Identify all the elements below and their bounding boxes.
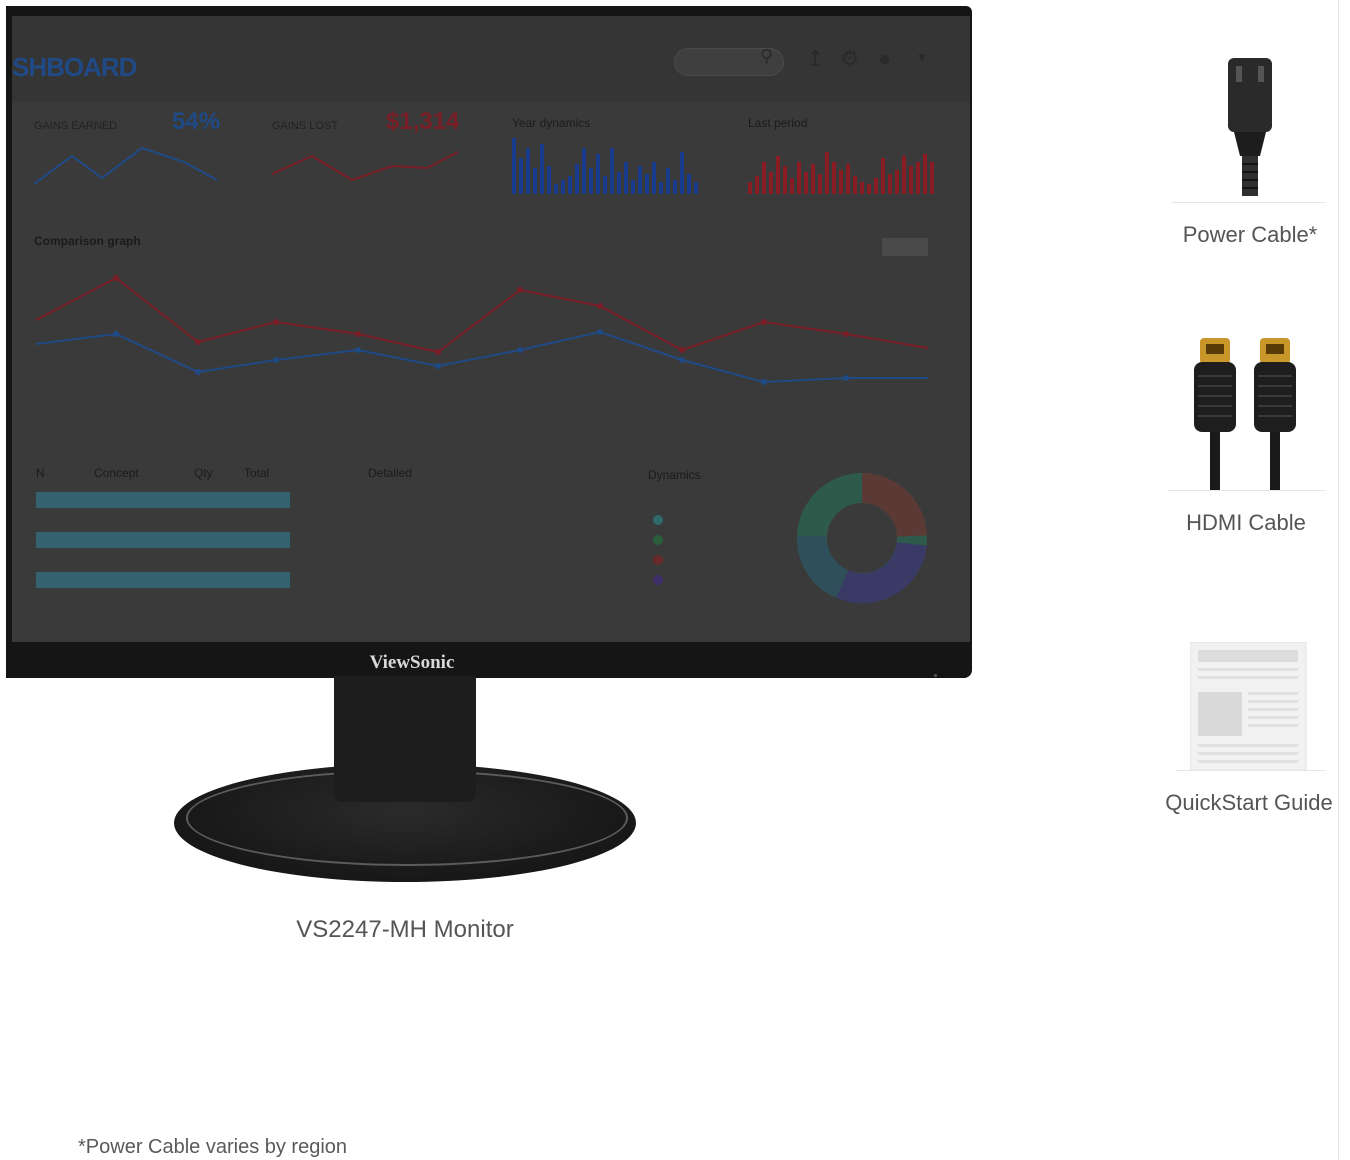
table-header-n: N (36, 466, 45, 480)
dashboard-graphics (33, 138, 934, 604)
accessory-label: Power Cable* (1182, 222, 1318, 247)
table-header-concept: Concept (94, 466, 139, 480)
table-header-total: Total (244, 466, 270, 480)
monitor-stand-neck (334, 676, 476, 802)
accessory-label: HDMI Cable (1186, 510, 1306, 535)
power-cable-icon (1228, 58, 1272, 196)
hdmi-cable-icon (1194, 338, 1296, 490)
divider (1168, 490, 1326, 491)
power-led (934, 674, 937, 677)
divider (1172, 202, 1326, 203)
divider (1176, 770, 1326, 771)
accessory-label: QuickStart Guide (1165, 790, 1333, 815)
detailed-label: Detailed (368, 466, 413, 480)
viewsonic-logo: ViewSonic (369, 652, 455, 673)
page-border (1338, 0, 1339, 1160)
footnote: *Power Cable varies by region (78, 1136, 348, 1158)
monitor-bezel: SHBOARD ⚲ ↥ ⚙ ● ▼ GAINS EARNED 54% GAINS… (6, 6, 972, 678)
quickstart-guide-icon (1190, 642, 1307, 771)
monitor-caption: VS2247-MH Monitor (296, 916, 514, 943)
dynamics-label: Dynamics (648, 468, 701, 482)
table-header-qty: Qty (194, 466, 213, 480)
monitor-screen: SHBOARD ⚲ ↥ ⚙ ● ▼ GAINS EARNED 54% GAINS… (12, 16, 970, 642)
